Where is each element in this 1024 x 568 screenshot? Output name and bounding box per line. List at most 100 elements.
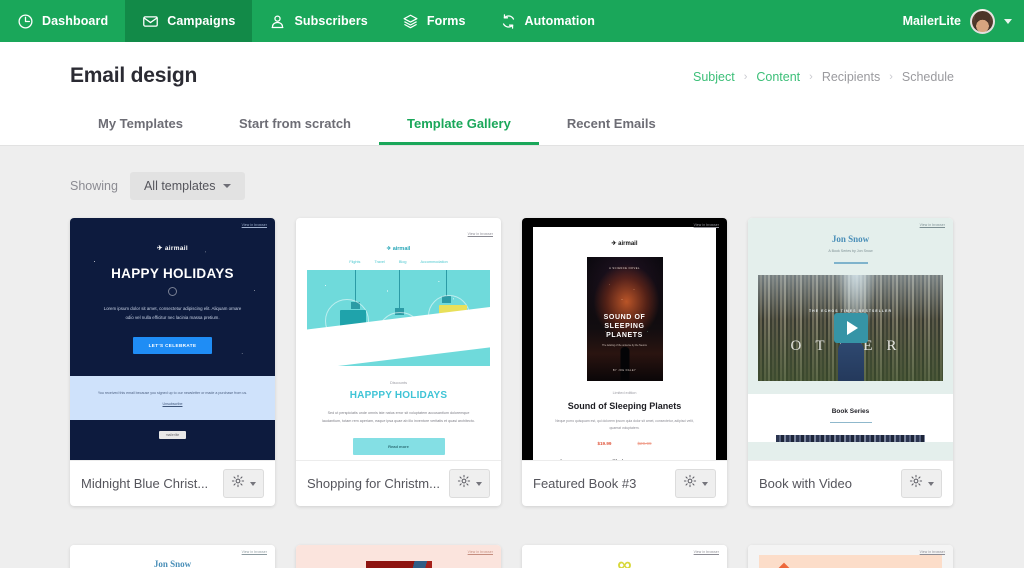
nav-link[interactable]: Flights — [349, 260, 360, 264]
chevron-down-icon[interactable] — [1004, 18, 1012, 24]
template-nav: ✈ airmail Flights Travel Blog Accommodat… — [307, 227, 490, 270]
breadcrumb-separator: › — [743, 71, 748, 83]
tab-bar: My Templates Start from scratch Template… — [70, 106, 954, 145]
breadcrumb-item-schedule[interactable]: Schedule — [902, 70, 954, 84]
breadcrumb: Subject › Content › Recipients › Schedul… — [693, 70, 954, 88]
template-subtitle: A Book Series by Jon Snow — [828, 249, 873, 253]
video-thumbnail[interactable]: THE ECHOS TIMES BESTSELLER OTHER — [758, 274, 943, 381]
tab-template-gallery[interactable]: Template Gallery — [379, 106, 539, 145]
template-cta-button[interactable]: Read more — [352, 437, 445, 455]
nav-link[interactable]: Travel — [374, 260, 384, 264]
nav-link[interactable]: Accommodation — [420, 260, 447, 264]
tab-recent-emails[interactable]: Recent Emails — [539, 106, 684, 145]
nav-item-dashboard[interactable]: Dashboard — [0, 0, 125, 42]
person-icon — [269, 13, 286, 30]
retailer-alibris: alibris — [609, 459, 627, 460]
template-name: Shopping for Christm... — [307, 476, 440, 491]
template-card-footer: Shopping for Christm... — [296, 460, 501, 506]
book-cover-image: YOUNG A NOVEL BY — [365, 561, 432, 568]
shopping-christmas-template: View in browser ✈ airmail Flights Travel… — [296, 227, 501, 460]
book-strip-image — [776, 434, 925, 442]
view-in-browser-link[interactable]: View in browser — [468, 550, 493, 554]
template-card[interactable]: View in browser Jon Snow A Book Series b… — [70, 545, 275, 568]
template-filter-dropdown[interactable]: All templates — [129, 172, 245, 200]
template-card[interactable]: View in browser ✈ airmail A SCIENCE NOVE… — [522, 218, 727, 506]
nav-item-automation[interactable]: Automation — [483, 0, 612, 42]
account-menu[interactable]: MailerLite — [893, 0, 1024, 42]
template-name: Featured Book #3 — [533, 476, 637, 491]
view-in-browser-link[interactable]: View in browser — [920, 550, 945, 554]
nav-label: Forms — [426, 14, 466, 28]
filter-bar: Showing All templates — [0, 146, 1024, 200]
template-card[interactable]: View in browser H Weekly Newsletter — [748, 545, 953, 568]
play-icon[interactable] — [833, 312, 868, 343]
template-preview[interactable]: View in browser Jon Snow A Book Series b… — [748, 218, 953, 460]
showing-label: Showing — [70, 179, 118, 193]
price-original: $29.99 — [637, 441, 652, 447]
template-card[interactable]: View in browser YOUNG A NOVEL BY — [296, 545, 501, 568]
brand-logo: ✈ airmail — [386, 246, 411, 252]
brand-logo: ✈ airmail — [611, 241, 638, 247]
template-card[interactable]: View in browser ✈ airmail Flights Travel… — [296, 218, 501, 506]
breadcrumb-item-subject[interactable]: Subject — [693, 70, 735, 84]
gear-icon — [909, 474, 923, 493]
nav-link[interactable]: Blog — [399, 260, 407, 264]
cover-title: SOUND OF SLEEPING PLANETS — [603, 314, 646, 339]
template-heading: Jon Snow — [831, 234, 870, 244]
template-card[interactable]: View in browser Jon Snow A Book Series b… — [748, 218, 953, 506]
template-preview[interactable]: View in browser ✈ airmail HAPPY HOLIDAYS… — [70, 218, 275, 460]
breadcrumb-item-content[interactable]: Content — [756, 70, 800, 84]
newsletter-banner: H Weekly Newsletter — [759, 555, 942, 568]
tab-my-templates[interactable]: My Templates — [70, 106, 211, 145]
nav-item-campaigns[interactable]: Campaigns — [125, 0, 253, 42]
weekly-newsletter-template: View in browser H Weekly Newsletter — [748, 545, 953, 568]
page-title: Email design — [70, 64, 198, 87]
view-in-browser-link[interactable]: View in browser — [694, 550, 719, 554]
template-options-button[interactable] — [223, 469, 264, 498]
nav-label: Subscribers — [294, 14, 368, 28]
template-preview[interactable]: View in browser H Weekly Newsletter — [748, 545, 953, 568]
brand-logo: ✈ airmail — [157, 245, 188, 252]
diamond-logo-icon: H — [765, 562, 803, 568]
breadcrumb-item-recipients[interactable]: Recipients — [822, 70, 880, 84]
figure-silhouette — [620, 347, 629, 381]
template-body: Sed ut perspiciatis unde omnis iste natu… — [322, 411, 475, 423]
template-options-button[interactable] — [901, 469, 942, 498]
nav-item-subscribers[interactable]: Subscribers — [252, 0, 384, 42]
template-preview[interactable]: View in browser ✈ airmail A SCIENCE NOVE… — [522, 218, 727, 460]
view-in-browser-link[interactable]: View in browser — [242, 550, 267, 554]
chevron-down-icon — [476, 481, 482, 486]
nav-item-forms[interactable]: Forms — [385, 0, 483, 42]
template-cta-button[interactable]: LET'S CELEBRATE — [132, 336, 213, 354]
breadcrumb-separator: › — [809, 71, 813, 83]
template-preview[interactable]: View in browser ✈ airmail Flights Travel… — [296, 218, 501, 460]
gift-box-teal — [339, 310, 366, 333]
view-in-browser-link[interactable]: View in browser — [920, 223, 945, 227]
divider — [829, 421, 872, 423]
template-options-button[interactable] — [675, 469, 716, 498]
view-in-browser-link[interactable]: View in browser — [242, 223, 267, 227]
retailer-wordery: wordery — [547, 459, 571, 460]
template-preview[interactable]: View in browser ∞ ACCOUNT BLOG NEWS — [522, 545, 727, 568]
midnight-blue-template: View in browser ✈ airmail HAPPY HOLIDAYS… — [70, 218, 275, 460]
template-heading: Sound of Sleeping Planets — [567, 401, 682, 411]
template-options-button[interactable] — [449, 469, 490, 498]
template-card-footer: Featured Book #3 — [522, 460, 727, 506]
nav-label: Automation — [524, 14, 595, 28]
book-with-video-template: View in browser Jon Snow A Book Series b… — [748, 218, 953, 460]
tab-start-from-scratch[interactable]: Start from scratch — [211, 106, 379, 145]
ornament-icon — [168, 287, 177, 296]
template-preview[interactable]: View in browser YOUNG A NOVEL BY — [296, 545, 501, 568]
template-card[interactable]: View in browser ∞ ACCOUNT BLOG NEWS — [522, 545, 727, 568]
view-in-browser-link[interactable]: View in browser — [468, 232, 493, 236]
price-row: $19.99 $29.99 — [544, 441, 705, 446]
template-preview[interactable]: View in browser Jon Snow A Book Series b… — [70, 545, 275, 568]
template-grid: View in browser ✈ airmail HAPPY HOLIDAYS… — [0, 200, 1024, 506]
young-novel-template: View in browser YOUNG A NOVEL BY — [296, 545, 501, 568]
view-in-browser-link[interactable]: View in browser — [694, 223, 719, 227]
breadcrumb-separator: › — [889, 71, 893, 83]
christmas-illustration — [307, 270, 490, 366]
page-header: Email design Subject › Content › Recipie… — [0, 42, 1024, 146]
template-card[interactable]: View in browser ✈ airmail HAPPY HOLIDAYS… — [70, 218, 275, 506]
unsubscribe-link[interactable]: Unsubscribe — [92, 402, 253, 406]
